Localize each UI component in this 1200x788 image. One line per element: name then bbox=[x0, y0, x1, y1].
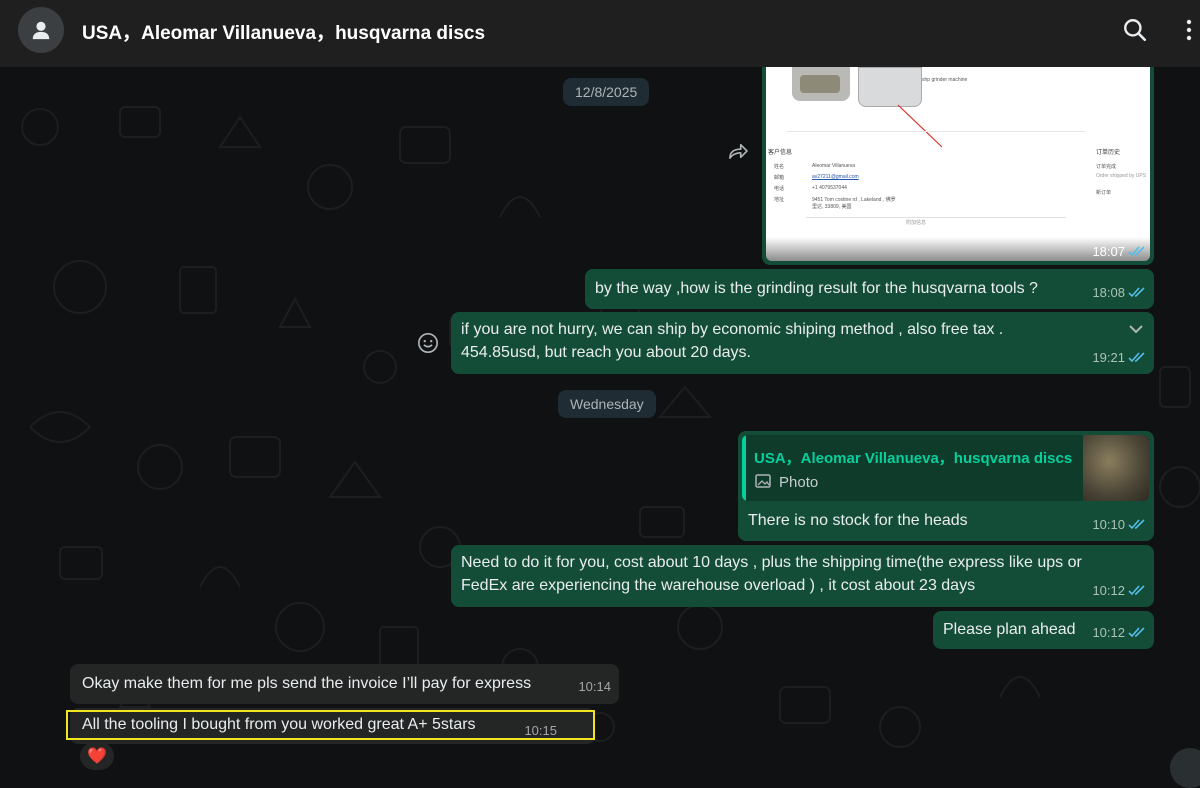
message-bubble[interactable]: Need to do it for you, cost about 10 day… bbox=[451, 545, 1154, 607]
person-icon bbox=[32, 21, 50, 40]
scroll-down-button[interactable] bbox=[1170, 748, 1200, 788]
double-check-icon bbox=[1128, 352, 1145, 363]
date-divider: 12/8/2025 bbox=[563, 78, 650, 106]
message-bubble[interactable]: USA，Aleomar Villanueva，husqvarna discs P… bbox=[738, 431, 1154, 541]
double-check-icon bbox=[1128, 287, 1145, 298]
message-meta: 18:07 bbox=[1092, 244, 1146, 259]
message-time: 19:21 bbox=[1092, 350, 1125, 365]
double-check-icon bbox=[1128, 585, 1145, 596]
message-meta: 10:14 bbox=[578, 675, 611, 698]
message-text: Please plan ahead bbox=[943, 621, 1076, 638]
message-text: if you are not hurry, we can ship by eco… bbox=[461, 321, 1004, 361]
image-message[interactable]: shp grinder machine 客户信息 订单历史 姓名 Aleomar… bbox=[762, 67, 1154, 265]
message-time: 18:07 bbox=[1092, 244, 1125, 259]
message-meta: 10:12 bbox=[1092, 621, 1146, 644]
message-meta: 10:12 bbox=[1092, 579, 1146, 602]
message-bubble[interactable]: if you are not hurry, we can ship by eco… bbox=[451, 312, 1154, 374]
order-screenshot[interactable]: shp grinder machine 客户信息 订单历史 姓名 Aleomar… bbox=[766, 67, 1150, 261]
date-divider: Wednesday bbox=[558, 390, 656, 418]
double-check-icon bbox=[1128, 246, 1145, 257]
quoted-message[interactable]: USA，Aleomar Villanueva，husqvarna discs P… bbox=[742, 435, 1149, 501]
message-text: by the way ,how is the grinding result f… bbox=[595, 280, 1038, 297]
highlight-box bbox=[66, 710, 595, 740]
avatar[interactable] bbox=[18, 7, 64, 53]
message-text: Need to do it for you, cost about 10 day… bbox=[461, 554, 1082, 594]
message-bubble[interactable]: Please plan ahead 10:12 bbox=[933, 611, 1154, 649]
red-arrow-annotation bbox=[897, 104, 943, 148]
message-time: 10:14 bbox=[578, 679, 611, 694]
chevron-down-icon[interactable] bbox=[1128, 324, 1144, 334]
search-icon[interactable] bbox=[1122, 17, 1148, 43]
message-meta: 10:10 bbox=[1092, 513, 1146, 536]
heart-reaction[interactable]: ❤️ bbox=[80, 742, 114, 770]
double-check-icon bbox=[1128, 519, 1145, 530]
message-text: There is no stock for the heads bbox=[748, 512, 968, 529]
message-time: 10:12 bbox=[1092, 625, 1125, 640]
quote-type: Photo bbox=[779, 474, 819, 491]
message-time: 10:12 bbox=[1092, 583, 1125, 598]
chat-header: USA，Aleomar Villanueva，husqvarna discs bbox=[0, 0, 1200, 67]
message-bubble[interactable]: Okay make them for me pls send the invoi… bbox=[70, 664, 619, 704]
message-text: Okay make them for me pls send the invoi… bbox=[82, 675, 532, 692]
quote-thumbnail[interactable] bbox=[1083, 435, 1149, 501]
message-meta: 19:21 bbox=[1092, 346, 1146, 369]
photo-icon bbox=[755, 474, 771, 488]
double-check-icon bbox=[1128, 627, 1145, 638]
quote-author: USA，Aleomar Villanueva，husqvarna discs bbox=[754, 450, 1073, 467]
forward-icon[interactable] bbox=[727, 142, 749, 160]
message-bubble[interactable]: by the way ,how is the grinding result f… bbox=[585, 269, 1154, 309]
chat-title[interactable]: USA，Aleomar Villanueva，husqvarna discs bbox=[82, 18, 485, 45]
message-meta: 18:08 bbox=[1092, 281, 1146, 304]
message-time: 18:08 bbox=[1092, 285, 1125, 300]
smiley-icon[interactable] bbox=[417, 332, 439, 354]
quote-bar bbox=[742, 435, 746, 501]
reaction-emoji: ❤️ bbox=[87, 748, 107, 765]
message-time: 10:10 bbox=[1092, 517, 1125, 532]
kebab-menu-icon[interactable] bbox=[1184, 18, 1194, 42]
